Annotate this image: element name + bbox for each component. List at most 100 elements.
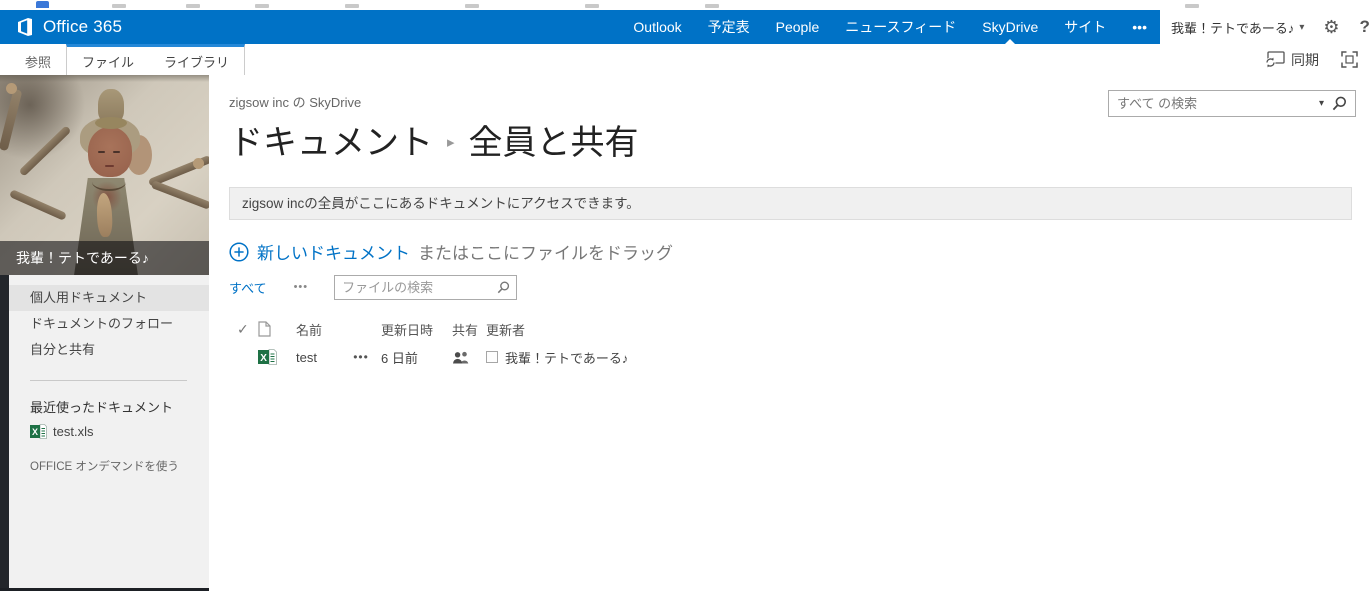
view-selector-row: すべて ••• [229,274,1371,300]
table-row: X test ••• 6 日前 我輩！テトであーる♪ [229,342,1371,372]
nav-item-skydrive[interactable]: SkyDrive [969,10,1051,44]
magnifier-icon [1332,96,1347,111]
row-file-type-cell[interactable]: X [258,349,290,365]
nav-item-outlook[interactable]: Outlook [620,10,694,44]
select-all-checkmark[interactable]: ✓ [229,321,258,338]
row-modified-date: 6 日前 [381,350,418,366]
file-search-submit[interactable] [490,281,516,294]
focus-mode-icon [1341,51,1358,68]
excel-icon: X [258,349,277,365]
view-more-button[interactable]: ••• [294,281,309,293]
office-365-logo-icon [18,18,32,36]
office365-brand-link[interactable]: Office 365 [0,17,122,37]
nav-item-calendar[interactable]: 予定表 [695,10,763,44]
ribbon-right-actions: 同期 [1264,44,1358,75]
user-menu-area: 我輩！テトであーる♪ ▾ ⚙ ? [1160,10,1371,44]
statue-topknot-base [95,117,127,129]
document-icon [258,321,271,337]
browser-bookmark-stub [1185,4,1199,8]
statue-mouth [105,165,114,167]
table-header-row: ✓ 名前 更新日時 共有 更新者 [229,316,1371,342]
browser-bookmark-stub [465,4,479,8]
browser-bookmark-stub [345,4,359,8]
sidebar-item-personal-documents[interactable]: 個人用ドキュメント [9,285,209,311]
browser-bookmark-stub [36,1,49,8]
search-scope-dropdown[interactable]: ▾ [1313,98,1330,109]
statue-arm-lower-left [8,189,68,221]
browser-bookmark-stub [585,4,599,8]
file-search-box [334,274,518,300]
column-header-sharing[interactable]: 共有 [446,320,480,339]
photo-caption: 我輩！テトであーる♪ [0,241,209,275]
breadcrumb-arrow-icon: ▸ [447,133,455,151]
file-name-link[interactable]: test [290,350,348,365]
sidebar-item-followed-documents[interactable]: ドキュメントのフォロー [9,311,209,337]
suite-bar: Office 365 Outlook 予定表 People ニュースフィード S… [0,10,1160,44]
column-header-name[interactable]: 名前 [290,320,348,339]
table-body: X test ••• 6 日前 我輩！テトであーる♪ [229,342,1371,372]
search-submit-button[interactable] [1330,96,1355,111]
row-menu-button[interactable]: ••• [348,350,374,364]
help-button[interactable]: ? [1360,17,1370,37]
column-header-modified[interactable]: 更新日時 [374,320,446,339]
column-header-author[interactable]: 更新者 [480,320,525,339]
sidebar: 個人用ドキュメント ドキュメントのフォロー 自分と共有 最近使ったドキュメント … [9,275,209,591]
sidebar-divider [30,380,187,381]
sidebar-item-shared-with-me[interactable]: 自分と共有 [9,337,209,363]
svg-text:X: X [32,427,38,437]
browser-bookmark-stub [255,4,269,8]
magnifier-icon [497,281,509,293]
title-documents-link[interactable]: ドキュメント [229,115,433,164]
brand-label: Office 365 [43,17,123,36]
tab-files[interactable]: ファイル [82,52,134,71]
statue-face [88,127,132,177]
nav-item-newsfeed[interactable]: ニュースフィード [832,10,969,44]
nav-item-people[interactable]: People [763,10,833,44]
title-shared-with-everyone: 全員と共有 [468,124,639,162]
row-sharing-button[interactable] [446,351,480,364]
sync-icon [1265,51,1285,68]
scope-search-box: ▾ [1108,90,1356,117]
new-document-link[interactable]: 新しいドキュメント またはここにファイルをドラッグ [229,239,1371,264]
browser-bookmark-stub [112,4,126,8]
circled-plus-icon [229,241,249,262]
tab-browse[interactable]: 参照 [25,52,51,71]
author-name-link[interactable]: 我輩！テトであーる♪ [505,348,628,367]
chevron-down-icon[interactable]: ▾ [1299,22,1304,33]
recent-documents-header: 最近使ったドキュメント [30,400,174,415]
office-on-demand-link[interactable]: OFFICE オンデマンドを使う [9,458,209,474]
suite-nav: Outlook 予定表 People ニュースフィード SkyDrive サイト… [620,10,1160,44]
user-menu-button[interactable]: 我輩！テトであーる♪ [1160,18,1294,37]
nav-item-skydrive-label: SkyDrive [982,19,1039,35]
focus-mode-button[interactable] [1341,51,1358,68]
gear-icon[interactable]: ⚙ [1323,18,1339,36]
recent-file-link[interactable]: X test.xls [9,424,209,439]
sort-by-type-button[interactable] [258,321,290,337]
statue-hand-right [193,158,204,169]
row-author-cell: 我輩！テトであーる♪ [480,348,628,367]
profile-photo: 我輩！テトであーる♪ [0,75,209,275]
excel-icon: X [30,424,47,439]
main-content: ▾ zigsow inc の SkyDrive ドキュメント ▸ 全員と共有 z… [209,75,1371,591]
nav-more-button[interactable]: ••• [1119,10,1160,44]
ribbon-tab-group: ファイル ライブラリ [66,44,246,75]
sync-button[interactable]: 同期 [1264,50,1319,70]
statue-eye [98,151,105,153]
browser-bookmark-stub [186,4,200,8]
svg-text:X: X [260,353,267,364]
access-notice-banner: zigsow incの全員がここにあるドキュメントにアクセスできます。 [229,187,1352,220]
drag-files-hint: またはここにファイルをドラッグ [418,244,673,263]
photo-top-shadow [0,75,209,82]
scope-search-input[interactable] [1109,95,1313,112]
presence-indicator [486,351,498,363]
view-all-tab[interactable]: すべて [229,278,267,297]
nav-item-sites[interactable]: サイト [1051,10,1119,44]
new-document-label: 新しいドキュメント [257,244,410,263]
documents-table: ✓ 名前 更新日時 共有 更新者 X test ••• 6 日前 我輩！テトであ… [229,316,1371,372]
file-search-input[interactable] [335,279,491,295]
ribbon-bar: 参照 ファイル ライブラリ 同期 [0,44,1371,75]
page-title: ドキュメント ▸ 全員と共有 [229,115,1371,164]
statue-arm-lower-right [150,180,209,210]
tab-library[interactable]: ライブラリ [164,52,229,71]
sidebar-dark-edge [0,275,9,591]
